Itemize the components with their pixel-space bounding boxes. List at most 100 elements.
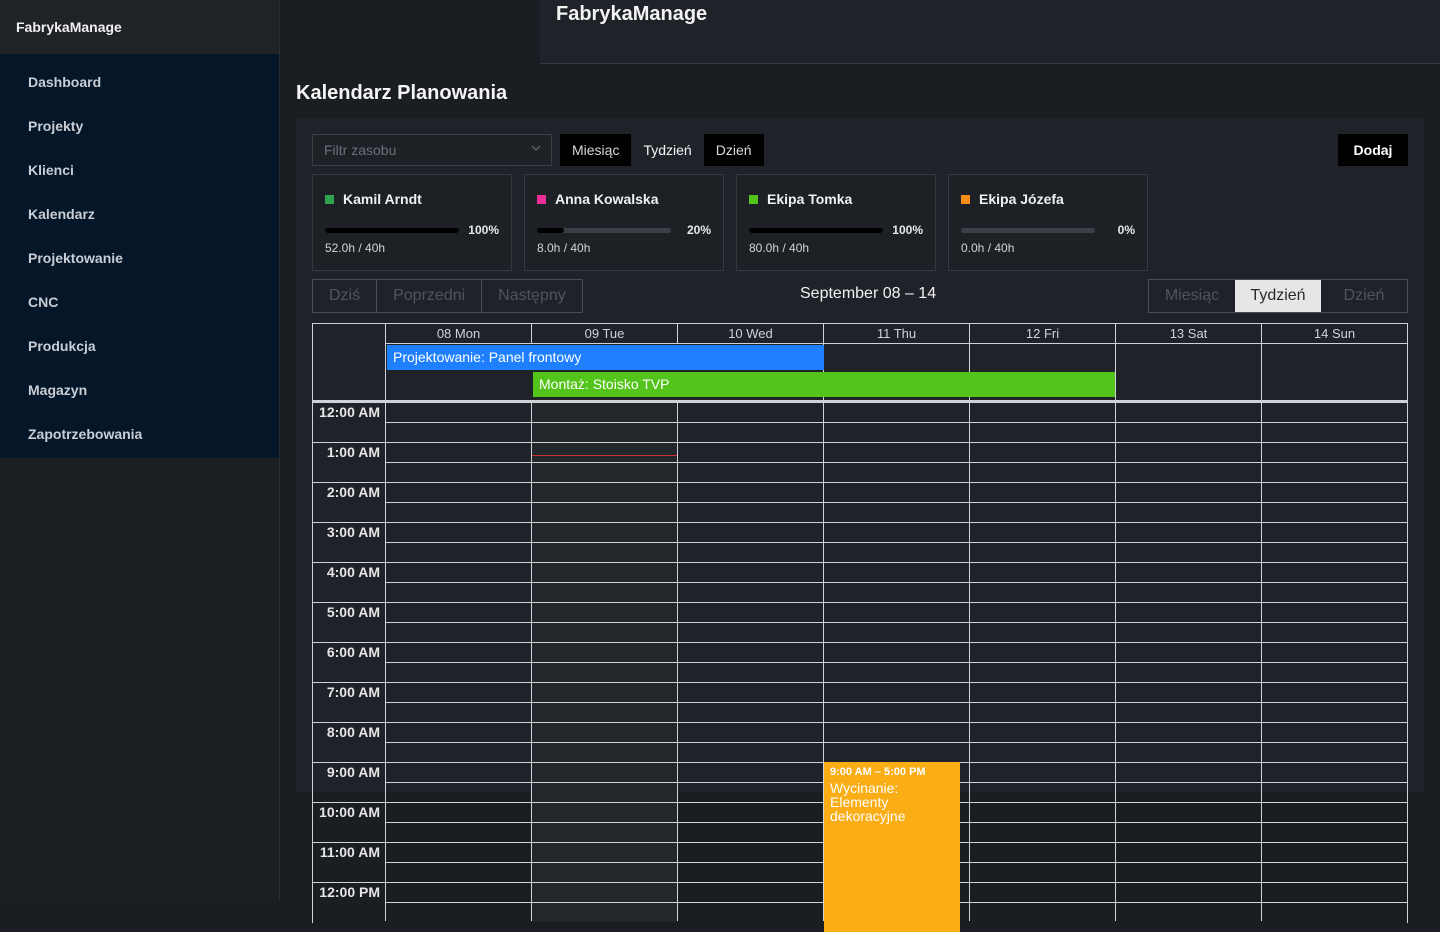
week-calendar-grid: 08 Mon 09 Tue 10 Wed 11 Thu 12 Fri 13 Sa… [312, 323, 1408, 932]
current-time-indicator [532, 455, 677, 456]
filter-placeholder: Filtr zasobu [324, 142, 397, 158]
sidebar-item-klienci[interactable]: Klienci [0, 148, 279, 192]
sidebar-item-kalendarz[interactable]: Kalendarz [0, 192, 279, 236]
date-range-title: September 08 – 14 [800, 285, 937, 302]
resource-color-icon [961, 194, 970, 204]
resource-card[interactable]: Anna Kowalska 20% 8.0h / 40h [524, 174, 724, 271]
grid-column-line [1115, 401, 1116, 921]
time-label: 11:00 AM [319, 844, 380, 860]
utilization-bar [749, 228, 883, 233]
time-label: 5:00 AM [326, 604, 380, 620]
calendar-view-month[interactable]: Miesiąc [1149, 280, 1235, 312]
sidebar-item-cnc[interactable]: CNC [0, 280, 279, 324]
hour-line [313, 682, 1407, 683]
utilization-percent: 20% [686, 223, 711, 237]
view-day-button[interactable]: Dzień [704, 134, 764, 166]
sidebar: FabrykaManage Dashboard Projekty Klienci… [0, 0, 280, 900]
allday-divider [1261, 344, 1262, 400]
timed-event[interactable]: 9:00 AM – 5:00 PM Wycinanie: Elementy de… [824, 762, 960, 932]
hour-line [313, 722, 1407, 723]
resource-color-icon [537, 194, 546, 204]
event-time: 9:00 AM – 5:00 PM [830, 766, 926, 778]
resource-color-icon [325, 194, 334, 204]
sidebar-item-produkcja[interactable]: Produkcja [0, 324, 279, 368]
grid-column-line [969, 401, 970, 921]
resource-hours: 0.0h / 40h [961, 241, 1015, 255]
header-spacer [280, 0, 540, 64]
day-header[interactable]: 10 Wed [677, 324, 823, 344]
grid-column-line [677, 401, 678, 921]
allday-divider [1115, 344, 1116, 400]
utilization-bar [325, 228, 459, 233]
time-label: 10:00 AM [319, 804, 380, 820]
time-label: 7:00 AM [326, 684, 380, 700]
resource-name-label: Anna Kowalska [555, 191, 659, 207]
day-header[interactable]: 11 Thu [823, 324, 969, 344]
sidebar-menu: Dashboard Projekty Klienci Kalendarz Pro… [0, 54, 279, 458]
time-label: 2:00 AM [326, 484, 380, 500]
resource-name: Anna Kowalska [537, 191, 658, 207]
half-hour-line [385, 462, 1407, 463]
resource-name-label: Ekipa Józefa [979, 191, 1064, 207]
resource-hours: 52.0h / 40h [325, 241, 386, 255]
today-button[interactable]: Dziś [313, 280, 378, 312]
utilization-fill [325, 228, 459, 233]
half-hour-line [385, 502, 1407, 503]
calendar-view-day[interactable]: Dzień [1321, 280, 1407, 312]
brand-logo[interactable]: FabrykaManage [0, 0, 279, 54]
sidebar-item-projekty[interactable]: Projekty [0, 104, 279, 148]
resource-card[interactable]: Ekipa Józefa 0% 0.0h / 40h [948, 174, 1148, 271]
top-header: FabrykaManage [540, 0, 1440, 64]
day-header[interactable]: 08 Mon [385, 324, 531, 344]
time-label: 3:00 AM [326, 524, 380, 540]
add-button[interactable]: Dodaj [1338, 134, 1408, 166]
hour-line [313, 442, 1407, 443]
time-label: 6:00 AM [326, 644, 380, 660]
utilization-bar [961, 228, 1095, 233]
allday-event[interactable]: Projektowanie: Panel frontowy [387, 345, 824, 370]
event-title: Wycinanie: Elementy dekoracyjne [830, 780, 906, 824]
utilization-percent: 100% [892, 223, 923, 237]
view-switcher-top: Miesiąc Tydzień Dzień [560, 134, 764, 166]
half-hour-line [385, 622, 1407, 623]
sidebar-item-projektowanie[interactable]: Projektowanie [0, 236, 279, 280]
calendar-view-week[interactable]: Tydzień [1235, 280, 1321, 312]
time-label: 1:00 AM [326, 444, 380, 460]
allday-divider [385, 344, 386, 400]
sidebar-item-zapotrzebowania[interactable]: Zapotrzebowania [0, 412, 279, 456]
resource-hours: 80.0h / 40h [749, 241, 810, 255]
resource-name: Kamil Arndt [325, 191, 422, 207]
resource-filter-select[interactable]: Filtr zasobu [312, 134, 552, 166]
date-navigation: Dziś Poprzedni Następny [312, 279, 583, 313]
day-header[interactable]: 14 Sun [1261, 324, 1407, 344]
utilization-percent: 0% [1117, 223, 1135, 237]
half-hour-line [385, 542, 1407, 543]
day-header[interactable]: 12 Fri [969, 324, 1115, 344]
page-title: Kalendarz Planowania [296, 82, 508, 104]
grid-column-line [385, 401, 386, 921]
resource-color-icon [749, 194, 758, 204]
day-header[interactable]: 09 Tue [531, 324, 677, 344]
sidebar-item-magazyn[interactable]: Magazyn [0, 368, 279, 412]
allday-event[interactable]: Montaż: Stoisko TVP [533, 372, 1115, 397]
resource-card[interactable]: Ekipa Tomka 100% 80.0h / 40h [736, 174, 936, 271]
utilization-fill [537, 228, 564, 233]
resource-name-label: Kamil Arndt [343, 191, 422, 207]
header-title: FabrykaManage [556, 3, 708, 25]
view-week-button[interactable]: Tydzień [631, 134, 704, 166]
view-month-button[interactable]: Miesiąc [560, 134, 631, 166]
hour-line [313, 562, 1407, 563]
time-label: 9:00 AM [326, 764, 380, 780]
hour-line [313, 402, 1407, 403]
half-hour-line [385, 742, 1407, 743]
day-header[interactable]: 13 Sat [1115, 324, 1261, 344]
hour-line [313, 602, 1407, 603]
previous-button[interactable]: Poprzedni [377, 280, 483, 312]
resource-card[interactable]: Kamil Arndt 100% 52.0h / 40h [312, 174, 512, 271]
next-button[interactable]: Następny [482, 280, 582, 312]
time-label: 4:00 AM [326, 564, 380, 580]
grid-column-line [531, 401, 532, 921]
resource-name-label: Ekipa Tomka [767, 191, 853, 207]
resource-name: Ekipa Tomka [749, 191, 852, 207]
sidebar-item-dashboard[interactable]: Dashboard [0, 60, 279, 104]
